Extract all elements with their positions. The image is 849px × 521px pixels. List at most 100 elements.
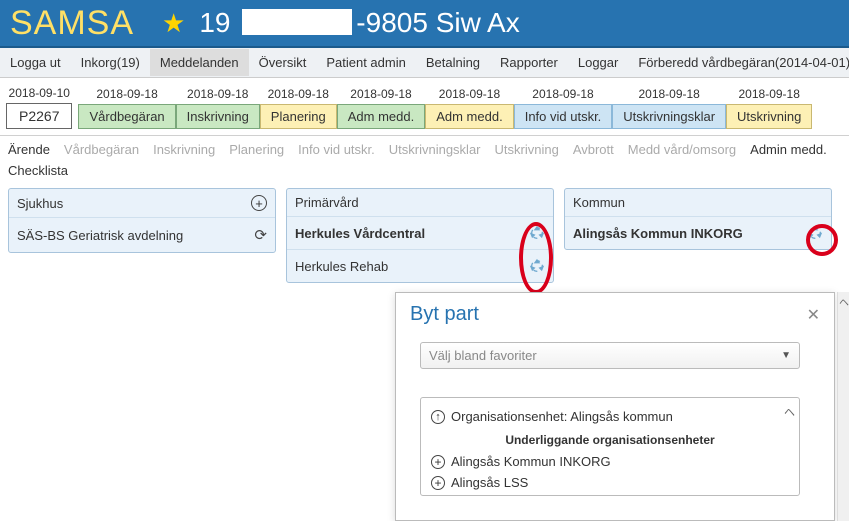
org-parent-row[interactable]: ↑ Organisationsenhet: Alingsås kommun [431, 406, 789, 427]
card-sjukhus: Sjukhus + SÄS-BS Geriatrisk avdelning ⟳ [8, 188, 276, 253]
menu-item[interactable]: Meddelanden [150, 49, 249, 76]
timeline-item[interactable]: 2018-09-18 Adm medd. [425, 87, 513, 129]
tab-item[interactable]: Info vid utskr. [298, 142, 375, 157]
menu-item[interactable]: Inkorg(19) [71, 49, 150, 76]
party-row: Herkules Vårdcentral [287, 217, 553, 249]
tab-item[interactable]: Inskrivning [153, 142, 215, 157]
scroll-up-arrow-icon[interactable]: ヘ [839, 294, 849, 309]
timeline-item[interactable]: 2018-09-18 Inskrivning [176, 87, 260, 129]
tab-item[interactable]: Vårdbegäran [64, 142, 139, 157]
party-row: SÄS-BS Geriatrisk avdelning ⟳ [9, 218, 275, 252]
tab-item[interactable]: Utskrivningsklar [389, 142, 481, 157]
party-name: SÄS-BS Geriatrisk avdelning [17, 228, 183, 243]
timeline-item[interactable]: 2018-09-18Planering [260, 87, 337, 129]
tab-item[interactable]: Avbrott [573, 142, 614, 157]
tab-item[interactable]: Utskrivning [495, 142, 559, 157]
org-tree: ヘ ↑ Organisationsenhet: Alingsås kommun … [420, 397, 800, 496]
timeline: 2018-09-10 P2267 2018-09-18Vårdbegäran20… [0, 78, 849, 136]
timeline-item[interactable]: 2018-09-18Utskrivning [726, 87, 812, 129]
timeline-item-label: Utskrivningsklar [612, 104, 726, 129]
timeline-item-label: Info vid utskr. [514, 104, 613, 129]
patient-prefix: 19 [199, 7, 230, 38]
org-parent-label: Organisationsenhet: Alingsås kommun [451, 409, 673, 424]
card-title: Kommun [573, 195, 625, 210]
expand-icon: + [431, 455, 445, 469]
card-header-primarvard: Primärvård [287, 189, 553, 217]
swap-party-icon[interactable] [529, 258, 545, 274]
card-header-kommun: Kommun [565, 189, 831, 217]
favorite-star-icon[interactable]: ★ [162, 8, 185, 39]
timeline-start-code[interactable]: P2267 [6, 103, 72, 129]
timeline-item-date: 2018-09-18 [337, 87, 425, 101]
timeline-item[interactable]: 2018-09-18Vårdbegäran [78, 87, 175, 129]
timeline-item-label: Adm medd. [425, 104, 513, 129]
card-primarvard: Primärvård Herkules Vårdcentral Herkules … [286, 188, 554, 283]
party-row: Alingsås Kommun INKORG [565, 217, 831, 249]
timeline-start-date: 2018-09-10 [6, 86, 72, 100]
app-header: SAMSA ★ 19 -9805 Siw Ax [0, 0, 849, 48]
timeline-item-date: 2018-09-18 [260, 87, 337, 101]
close-icon[interactable]: ✕ [807, 305, 820, 325]
page-scrollbar[interactable]: ヘ [837, 292, 849, 521]
timeline-item-label: Inskrivning [176, 104, 260, 129]
party-name: Herkules Rehab [295, 259, 388, 274]
dialog-title: Byt part [410, 303, 479, 326]
refresh-icon[interactable]: ⟳ [254, 226, 267, 244]
party-name: Herkules Vårdcentral [295, 226, 425, 241]
org-children-heading: Underliggande organisationsenheter [431, 427, 789, 451]
add-icon[interactable]: + [251, 195, 267, 211]
org-child-row[interactable]: + Alingsås LSS [431, 472, 789, 493]
card-kommun: Kommun Alingsås Kommun INKORG [564, 188, 832, 250]
tab-item[interactable]: Admin medd. [750, 142, 827, 157]
timeline-item-label: Adm medd. [337, 104, 425, 129]
sub-tabs: Ärende Vårdbegäran Inskrivning Planering Inf… [0, 136, 849, 159]
card-title: Primärvård [295, 195, 359, 210]
org-child-label: Alingsås LSS [451, 475, 528, 490]
chevron-down-icon: ▼ [781, 350, 791, 361]
main-menu: Logga utInkorg(19)MeddelandenÖversiktPat… [0, 48, 849, 78]
timeline-item-date: 2018-09-18 [612, 87, 726, 101]
menu-item[interactable]: Logga ut [0, 49, 71, 76]
timeline-item-date: 2018-09-18 [425, 87, 513, 101]
patient-suffix: -9805 Siw Ax [356, 7, 519, 38]
timeline-item-date: 2018-09-18 [78, 87, 175, 101]
scroll-up-icon[interactable]: ヘ [784, 404, 795, 420]
timeline-item-date: 2018-09-18 [726, 87, 812, 101]
party-cards: Sjukhus + SÄS-BS Geriatrisk avdelning ⟳ P… [0, 188, 849, 283]
timeline-item-date: 2018-09-18 [176, 87, 260, 101]
checklist-link[interactable]: Checklista [0, 159, 849, 188]
tab-item[interactable]: Ärende [8, 142, 50, 157]
swap-party-icon[interactable] [807, 225, 823, 241]
tab-item[interactable]: Planering [229, 142, 284, 157]
arrow-up-icon: ↑ [431, 410, 445, 424]
timeline-item[interactable]: 2018-09-18 Utskrivningsklar [612, 87, 726, 129]
party-row: Herkules Rehab [287, 249, 553, 282]
expand-icon: + [431, 476, 445, 490]
dialog-header: Byt part ✕ [396, 293, 834, 334]
patient-id: 19 -9805 Siw Ax [199, 7, 519, 39]
menu-item[interactable]: Förberedd vårdbegäran(2014-04-01) [628, 49, 849, 76]
timeline-item-date: 2018-09-18 [514, 87, 613, 101]
patient-id-masked [242, 9, 352, 35]
menu-item[interactable]: Översikt [249, 49, 317, 76]
byt-part-dialog: Byt part ✕ Välj bland favoriter ▼ ヘ ↑ Or… [395, 292, 835, 521]
timeline-item[interactable]: 2018-09-18 Info vid utskr. [514, 87, 613, 129]
timeline-start: 2018-09-10 P2267 [6, 86, 72, 129]
party-name: Alingsås Kommun INKORG [573, 226, 743, 241]
menu-item[interactable]: Patient admin [316, 49, 416, 76]
menu-item[interactable]: Betalning [416, 49, 490, 76]
org-child-label: Alingsås Kommun INKORG [451, 454, 611, 469]
timeline-item[interactable]: 2018-09-18 Adm medd. [337, 87, 425, 129]
brand-logo: SAMSA [10, 4, 134, 43]
favorites-select[interactable]: Välj bland favoriter ▼ [420, 342, 800, 369]
swap-party-icon[interactable] [529, 225, 545, 241]
timeline-items: 2018-09-18Vårdbegäran2018-09-18Inskrivni… [78, 87, 812, 129]
tab-item[interactable]: Medd vård/omsorg [628, 142, 736, 157]
favorites-placeholder: Välj bland favoriter [429, 348, 537, 363]
org-child-row[interactable]: + Alingsås Kommun INKORG [431, 451, 789, 472]
dialog-body: Välj bland favoriter ▼ ヘ ↑ Organisations… [396, 334, 834, 504]
menu-item[interactable]: Loggar [568, 49, 628, 76]
card-title: Sjukhus [17, 196, 63, 211]
menu-item[interactable]: Rapporter [490, 49, 568, 76]
card-header-sjukhus: Sjukhus + [9, 189, 275, 218]
